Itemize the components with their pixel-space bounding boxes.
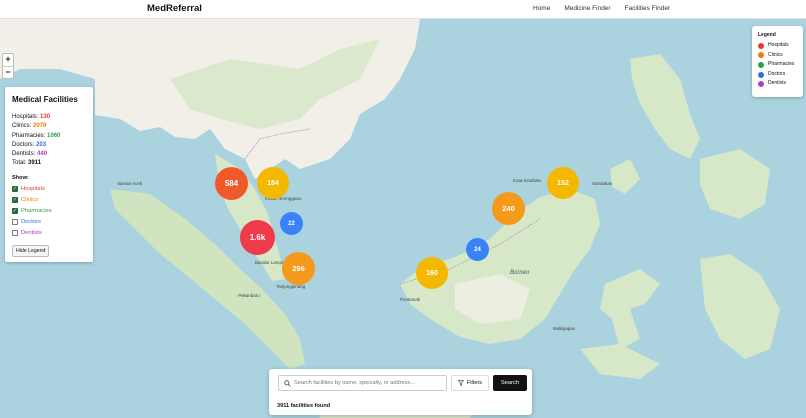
red-dot-icon — [758, 42, 764, 49]
search-panel: Search facilities by name, specialty, or… — [269, 369, 532, 415]
panel-title: Medical Facilities — [12, 95, 78, 104]
cluster-marker[interactable]: 584 — [215, 167, 248, 200]
blue-dot-icon — [758, 71, 764, 78]
zoom-control: + − — [2, 53, 14, 79]
stat-dentists: Dentists: 440 — [12, 150, 86, 159]
nav-link-facilities-finder[interactable]: Facilities Finder — [625, 5, 671, 12]
map-label-sandakan: Sandakan — [592, 181, 613, 186]
brand-logo[interactable]: MedReferral — [147, 3, 202, 14]
stat-label: Clinics: — [12, 123, 32, 130]
checkbox-checked-icon[interactable]: ✓ — [12, 197, 18, 204]
filter-dentists[interactable]: Dentists — [12, 228, 86, 239]
map-canvas[interactable]: Borneo Kota Kinabalu Sandakan Pekanbaru … — [0, 19, 806, 418]
orange-dot-icon — [758, 52, 764, 59]
legend-label: Clinics — [768, 51, 783, 58]
search-icon — [284, 379, 291, 387]
stat-label: Dentists: — [12, 151, 36, 158]
nav-links: Home Medicine Finder Facilities Finder — [533, 5, 670, 12]
legend-title: Legend — [758, 32, 776, 38]
map-label-borneo: Borneo — [510, 270, 530, 276]
cluster-marker[interactable]: 240 — [492, 192, 525, 225]
filter-hospitals[interactable]: ✓ Hospitals — [12, 184, 86, 195]
legend-item-hospitals: Hospitals — [758, 41, 797, 51]
map-legend: Legend Hospitals Clinics Pharmacies Doct… — [752, 26, 803, 97]
cluster-marker[interactable]: 24 — [466, 238, 489, 261]
search-input[interactable]: Search facilities by name, specialty, or… — [278, 375, 447, 391]
filter-label: Pharmacies — [21, 207, 52, 214]
legend-label: Hospitals — [768, 42, 789, 48]
stat-clinics: Clinics: 2078 — [12, 122, 86, 131]
zoom-in-button[interactable]: + — [3, 54, 13, 66]
cluster-marker[interactable]: 184 — [257, 167, 289, 199]
map-base-layer: Borneo Kota Kinabalu Sandakan Pekanbaru … — [0, 19, 806, 418]
filter-clinics[interactable]: ✓ Clinics — [12, 195, 86, 206]
legend-item-doctors: Doctors — [758, 70, 797, 80]
cluster-marker[interactable]: 152 — [547, 167, 579, 199]
stat-value: 130 — [40, 114, 51, 120]
checkbox-unchecked-icon[interactable] — [12, 219, 18, 226]
cluster-marker[interactable]: 296 — [282, 252, 315, 285]
facilities-panel: Medical Facilities Hospitals: 130 Clinic… — [5, 87, 93, 262]
filter-label: Doctors — [21, 218, 41, 225]
map-label-pontianak: Pontianak — [400, 297, 421, 302]
map-label-pekanbaru: Pekanbaru — [238, 293, 260, 298]
checkbox-unchecked-icon[interactable] — [12, 230, 18, 237]
filters-label: Filters — [466, 380, 483, 386]
map-label-banda-aceh: Banda Aceh — [118, 181, 143, 186]
cluster-marker[interactable]: 1.6k — [240, 220, 275, 255]
map-label-kota-kinabalu: Kota Kinabalu — [513, 178, 542, 183]
results-count: 3911 facilities found — [277, 403, 331, 409]
legend-label: Pharmacies — [768, 61, 795, 68]
checkbox-checked-icon[interactable]: ✓ — [12, 208, 18, 215]
stat-value: 203 — [36, 141, 47, 148]
stat-label: Pharmacies: — [12, 132, 46, 139]
legend-item-dentists: Dentists — [758, 79, 797, 89]
nav-link-medicine-finder[interactable]: Medicine Finder — [564, 5, 610, 12]
legend-label: Doctors — [768, 70, 786, 77]
legend-item-pharmacies: Pharmacies — [758, 60, 797, 70]
search-placeholder: Search facilities by name, specialty, or… — [294, 380, 415, 386]
stat-value: 2078 — [33, 123, 47, 130]
hide-legend-button[interactable]: Hide Legend — [12, 244, 50, 257]
filter-pharmacies[interactable]: ✓ Pharmacies — [12, 206, 86, 217]
filters-button[interactable]: Filters — [451, 375, 489, 391]
cluster-marker[interactable]: 160 — [416, 257, 448, 289]
cluster-marker[interactable]: 22 — [280, 212, 303, 235]
nav-link-home[interactable]: Home — [533, 5, 550, 12]
filter-doctors[interactable]: Doctors — [12, 217, 86, 228]
top-navbar: MedReferral Home Medicine Finder Facilit… — [0, 0, 806, 19]
stat-pharmacies: Pharmacies: 1060 — [12, 132, 86, 141]
checkbox-checked-icon[interactable]: ✓ — [12, 186, 18, 193]
stat-label: Hospitals: — [12, 114, 39, 120]
purple-dot-icon — [758, 81, 764, 88]
legend-item-clinics: Clinics — [758, 51, 797, 61]
filter-label: Hospitals — [21, 185, 45, 192]
stat-value: 440 — [37, 151, 48, 158]
filter-label: Clinics — [21, 196, 39, 203]
zoom-out-button[interactable]: − — [3, 66, 13, 78]
filter-icon — [457, 380, 464, 386]
stat-label: Doctors: — [12, 141, 35, 148]
stat-total: Total: 3911 — [12, 159, 86, 168]
green-dot-icon — [758, 61, 764, 68]
stat-value: 1060 — [47, 132, 61, 139]
filter-label: Dentists — [21, 229, 42, 236]
stat-hospitals: Hospitals: 130 — [12, 113, 86, 122]
show-label: Show: — [12, 174, 29, 181]
stat-value: 3911 — [28, 160, 42, 167]
stat-label: Total: — [12, 160, 27, 167]
search-button[interactable]: Search — [493, 375, 527, 391]
legend-label: Dentists — [768, 80, 787, 87]
stats-list: Hospitals: 130 Clinics: 2078 Pharmacies:… — [12, 113, 86, 169]
stat-doctors: Doctors: 203 — [12, 141, 86, 150]
map-label-balikpapan: Balikpapan — [553, 326, 576, 331]
